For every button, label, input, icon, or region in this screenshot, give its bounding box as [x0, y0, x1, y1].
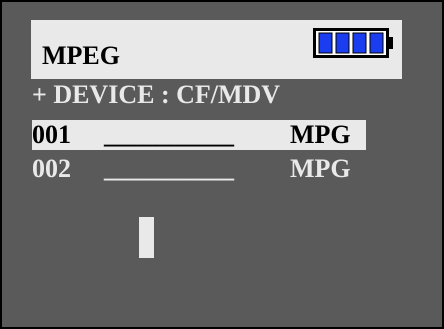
file-name: __________ — [104, 154, 234, 183]
device-label: + DEVICE : CF/MDV — [32, 80, 281, 109]
file-row[interactable]: 001 __________ MPG — [32, 120, 366, 150]
file-extension: MPG — [290, 120, 351, 149]
battery-cell-3 — [352, 32, 367, 54]
file-extension: MPG — [290, 154, 351, 183]
mode-title: MPEG — [42, 41, 120, 70]
battery-cell-4 — [369, 32, 384, 54]
battery-cell-1 — [318, 32, 333, 54]
file-row[interactable]: 002 __________ MPG — [32, 154, 366, 184]
device-screen: MPEG + DEVICE : CF/MDV 001 __________ MP… — [0, 0, 444, 329]
file-number: 002 — [32, 154, 71, 183]
header-bar: MPEG — [31, 20, 402, 79]
file-name: __________ — [104, 120, 234, 149]
battery-cell-2 — [335, 32, 350, 54]
text-cursor — [139, 217, 154, 258]
battery-terminal — [388, 37, 393, 49]
battery-full-icon — [313, 28, 393, 58]
file-number: 001 — [32, 120, 71, 149]
